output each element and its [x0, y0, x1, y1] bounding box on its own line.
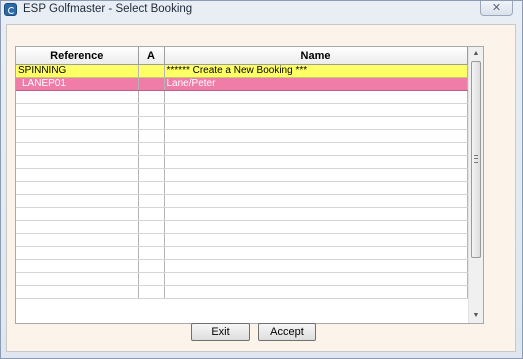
table-row-new-booking[interactable]: SPINNING ****** Create a New Booking ***	[16, 64, 468, 78]
table-row-empty[interactable]	[16, 181, 468, 195]
dialog-window: ESP Golfmaster - Select Booking ✕ Refere…	[0, 0, 523, 359]
table-row-empty[interactable]	[16, 129, 468, 143]
table-row-empty[interactable]	[16, 168, 468, 182]
empty-cell	[138, 116, 165, 130]
empty-cell	[16, 207, 139, 221]
empty-cell	[164, 116, 468, 130]
empty-cell	[138, 259, 165, 273]
empty-cell	[16, 233, 139, 247]
empty-cell	[138, 220, 165, 234]
empty-cell	[164, 181, 468, 195]
accept-button[interactable]: Accept	[258, 323, 316, 341]
booking-table: Reference A Name SPINNING ****** Create …	[16, 47, 468, 299]
empty-cell	[16, 259, 139, 273]
app-icon	[4, 3, 17, 16]
empty-cell	[138, 285, 165, 299]
scroll-up-icon[interactable]: ▲	[469, 47, 483, 61]
table-row-empty[interactable]	[16, 194, 468, 208]
empty-cell	[16, 194, 139, 208]
empty-cell	[138, 155, 165, 169]
table-row-empty[interactable]	[16, 207, 468, 221]
table-row-empty[interactable]	[16, 246, 468, 260]
empty-cell	[138, 129, 165, 143]
empty-cell	[164, 272, 468, 286]
empty-cell	[138, 142, 165, 156]
empty-cell	[16, 272, 139, 286]
table-row-empty[interactable]	[16, 259, 468, 273]
empty-cell	[16, 155, 139, 169]
table-row-empty[interactable]	[16, 155, 468, 169]
table-row-empty[interactable]	[16, 90, 468, 104]
empty-cell	[164, 142, 468, 156]
empty-cell	[16, 168, 139, 182]
empty-cell	[164, 168, 468, 182]
booking-grid: Reference A Name SPINNING ****** Create …	[15, 46, 484, 324]
empty-cell	[138, 168, 165, 182]
vertical-scrollbar[interactable]: ▲ ▼	[468, 47, 483, 323]
empty-cell	[164, 259, 468, 273]
empty-cell	[16, 90, 139, 104]
empty-cell	[138, 233, 165, 247]
table-row-empty[interactable]	[16, 116, 468, 130]
empty-cell	[16, 129, 139, 143]
table-row-empty[interactable]	[16, 103, 468, 117]
table-row-empty[interactable]	[16, 285, 468, 299]
title-bar[interactable]: ESP Golfmaster - Select Booking ✕	[1, 1, 522, 19]
empty-cell	[164, 90, 468, 104]
window-title: ESP Golfmaster - Select Booking	[23, 3, 193, 15]
empty-cell	[16, 103, 139, 117]
column-header-reference[interactable]: Reference	[16, 47, 139, 65]
scroll-thumb[interactable]	[471, 61, 481, 258]
empty-cell	[16, 142, 139, 156]
cell-a	[138, 77, 165, 91]
empty-cell	[138, 246, 165, 260]
empty-cell	[16, 285, 139, 299]
empty-cell	[164, 285, 468, 299]
empty-cell	[164, 103, 468, 117]
close-button[interactable]: ✕	[480, 1, 513, 16]
dialog-body: Reference A Name SPINNING ****** Create …	[6, 24, 516, 352]
empty-cell	[138, 272, 165, 286]
table-row-empty[interactable]	[16, 272, 468, 286]
column-header-a[interactable]: A	[138, 47, 165, 65]
empty-cell	[164, 155, 468, 169]
empty-cell	[16, 116, 139, 130]
table-row-selected[interactable]: LANEP01 Lane/Peter	[16, 77, 468, 91]
cell-name: Lane/Peter	[164, 77, 468, 91]
table-row-empty[interactable]	[16, 233, 468, 247]
empty-cell	[164, 129, 468, 143]
empty-cell	[16, 220, 139, 234]
table-row-empty[interactable]	[16, 220, 468, 234]
empty-cell	[164, 220, 468, 234]
empty-cell	[164, 246, 468, 260]
scroll-down-icon[interactable]: ▼	[469, 309, 483, 323]
empty-cell	[138, 207, 165, 221]
empty-cell	[16, 246, 139, 260]
close-icon: ✕	[491, 2, 502, 14]
table-row-empty[interactable]	[16, 142, 468, 156]
cell-reference: SPINNING	[16, 64, 139, 78]
empty-cell	[138, 194, 165, 208]
cell-name: ****** Create a New Booking ***	[164, 64, 468, 78]
empty-cell	[164, 207, 468, 221]
empty-cell	[16, 181, 139, 195]
empty-cell	[138, 103, 165, 117]
column-header-name[interactable]: Name	[164, 47, 468, 65]
cell-reference: LANEP01	[16, 77, 139, 91]
exit-button[interactable]: Exit	[191, 323, 250, 341]
empty-cell	[164, 233, 468, 247]
cell-a	[138, 64, 165, 78]
empty-cell	[138, 181, 165, 195]
grip-icon	[474, 155, 478, 163]
empty-cell	[138, 90, 165, 104]
empty-cell	[164, 194, 468, 208]
header-row: Reference A Name	[16, 47, 468, 65]
